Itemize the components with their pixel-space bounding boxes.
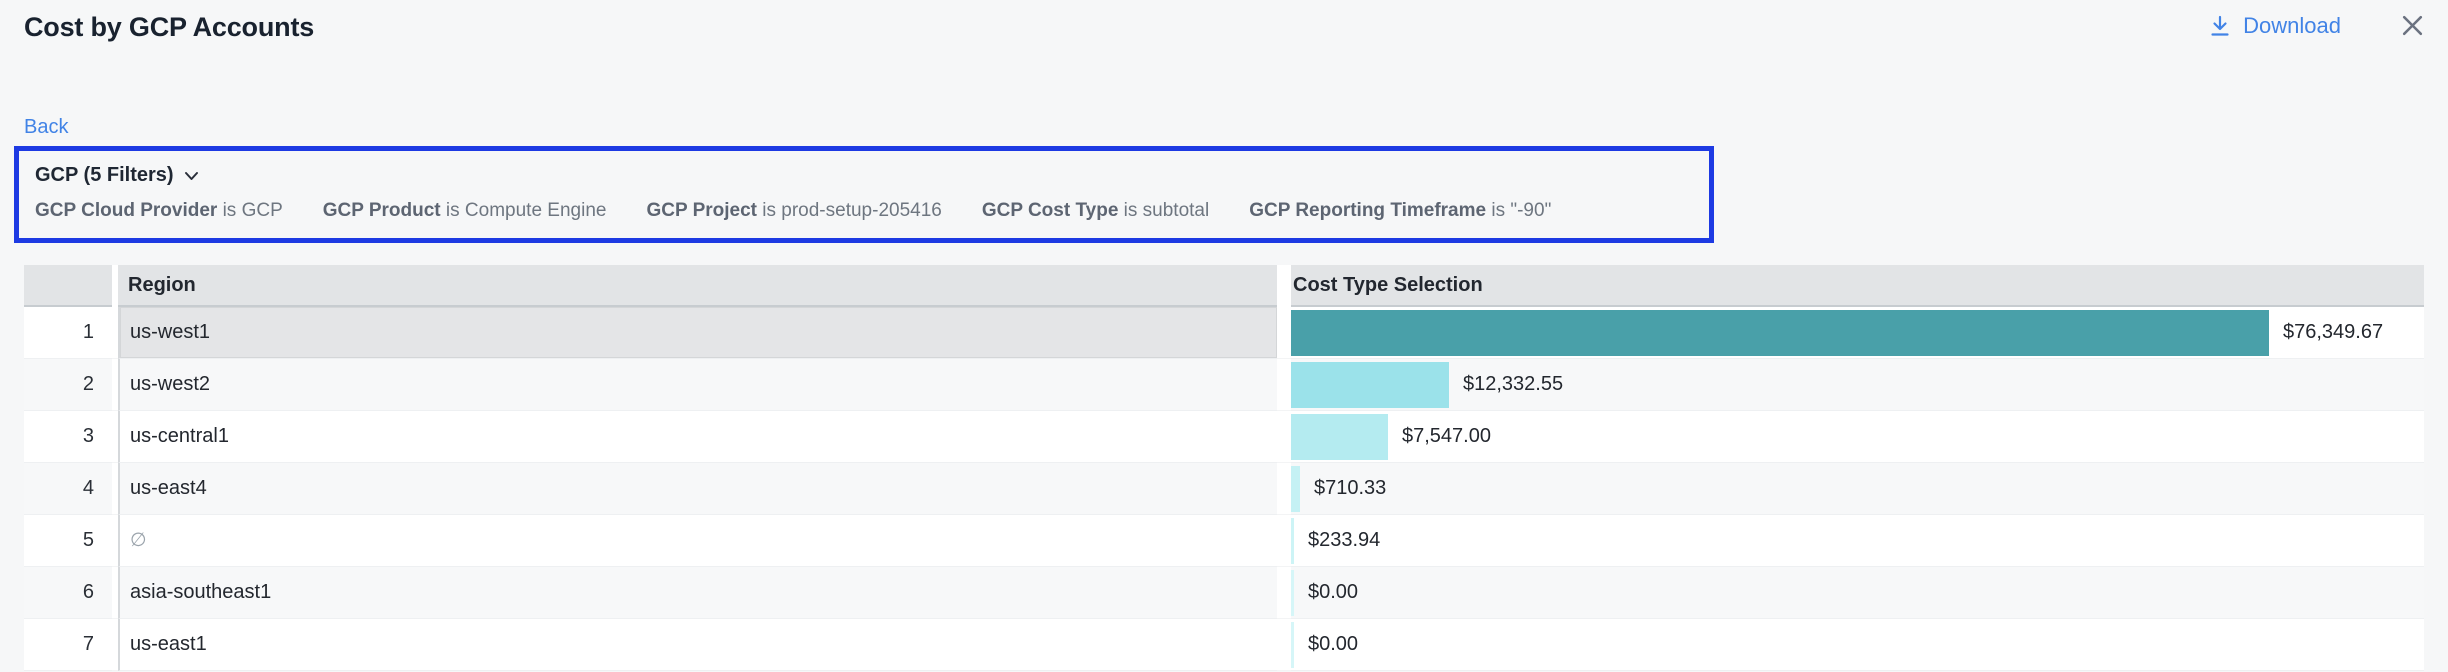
value-cell[interactable]: $710.33	[1291, 463, 2424, 515]
column-divider	[1277, 307, 1291, 359]
table-row[interactable]: 4 us-east4 $710.33	[24, 463, 2424, 515]
download-icon	[2208, 14, 2232, 38]
filter-condition: is subtotal	[1118, 200, 1209, 221]
row-index: 2	[24, 359, 112, 411]
cost-bar[interactable]	[1291, 570, 1294, 616]
filter-field: GCP Cost Type	[982, 200, 1119, 221]
row-index: 6	[24, 567, 112, 619]
download-button[interactable]: Download	[2208, 13, 2341, 39]
region-cell[interactable]: ∅	[118, 515, 1277, 567]
value-cell[interactable]: $12,332.55	[1291, 359, 2424, 411]
filter-condition: is "-90"	[1486, 200, 1551, 221]
cost-bar[interactable]	[1291, 518, 1294, 564]
cost-bar[interactable]	[1291, 622, 1294, 668]
value-cell[interactable]: $0.00	[1291, 619, 2424, 671]
value-cell[interactable]: $76,349.67	[1291, 307, 2424, 359]
page-title: Cost by GCP Accounts	[24, 12, 314, 43]
region-cell[interactable]: us-west2	[118, 359, 1277, 411]
cost-value-label: $0.00	[1308, 581, 1358, 604]
chevron-down-icon	[183, 169, 200, 183]
back-link[interactable]: Back	[24, 116, 68, 139]
cost-value-label: $233.94	[1308, 529, 1380, 552]
filter-list: GCP Cloud Provider is GCP GCP Product is…	[35, 200, 1693, 222]
filter-summary-toggle[interactable]: GCP (5 Filters)	[35, 164, 1693, 187]
filter-item: GCP Product is Compute Engine	[323, 200, 607, 222]
value-column-header[interactable]: Cost Type Selection	[1291, 265, 2424, 307]
column-divider	[1277, 619, 1291, 671]
filter-field: GCP Product	[323, 200, 441, 221]
filter-item: GCP Reporting Timeframe is "-90"	[1249, 200, 1551, 222]
column-divider	[1277, 515, 1291, 567]
filter-panel: GCP (5 Filters) GCP Cloud Provider is GC…	[14, 146, 1714, 243]
filter-field: GCP Cloud Provider	[35, 200, 217, 221]
row-index: 3	[24, 411, 112, 463]
row-index: 4	[24, 463, 112, 515]
filter-condition: is Compute Engine	[441, 200, 607, 221]
table-row[interactable]: 7 us-east1 $0.00	[24, 619, 2424, 671]
row-index: 5	[24, 515, 112, 567]
row-index: 1	[24, 307, 112, 359]
column-divider	[1277, 411, 1291, 463]
region-label: us-east4	[130, 477, 207, 500]
column-divider	[1277, 463, 1291, 515]
region-cell[interactable]: us-central1	[118, 411, 1277, 463]
table-row[interactable]: 2 us-west2 $12,332.55	[24, 359, 2424, 411]
filter-item: GCP Cloud Provider is GCP	[35, 200, 283, 222]
index-column-header	[24, 265, 112, 307]
filter-condition: is GCP	[217, 200, 282, 221]
column-divider	[1277, 359, 1291, 411]
table-row[interactable]: 6 asia-southeast1 $0.00	[24, 567, 2424, 619]
cost-value-label: $7,547.00	[1402, 425, 1491, 448]
cost-table: Region Cost Type Selection 1 us-west1 $7…	[24, 265, 2424, 671]
table-header-row: Region Cost Type Selection	[24, 265, 2424, 307]
download-label: Download	[2243, 13, 2341, 39]
column-divider	[1277, 567, 1291, 619]
cost-bar[interactable]	[1291, 414, 1388, 460]
filter-field: GCP Reporting Timeframe	[1249, 200, 1486, 221]
column-divider	[1277, 265, 1291, 307]
cost-bar[interactable]	[1291, 310, 2269, 356]
cost-bar[interactable]	[1291, 362, 1449, 408]
row-index: 7	[24, 619, 112, 671]
region-label: asia-southeast1	[130, 581, 271, 604]
cost-value-label: $0.00	[1308, 633, 1358, 656]
top-actions: Download	[2208, 12, 2426, 39]
region-label: us-east1	[130, 633, 207, 656]
region-column-header[interactable]: Region	[118, 265, 1277, 307]
value-cell[interactable]: $7,547.00	[1291, 411, 2424, 463]
table-row[interactable]: 1 us-west1 $76,349.67	[24, 307, 2424, 359]
filter-field: GCP Project	[646, 200, 757, 221]
filter-condition: is prod-setup-205416	[757, 200, 942, 221]
cost-value-label: $12,332.55	[1463, 373, 1563, 396]
table-body: 1 us-west1 $76,349.67 2 us-west2 $12,332…	[24, 307, 2424, 671]
cost-value-label: $710.33	[1314, 477, 1386, 500]
region-label: ∅	[130, 529, 147, 552]
close-icon[interactable]	[2399, 12, 2426, 39]
region-cell[interactable]: us-east1	[118, 619, 1277, 671]
filter-item: GCP Cost Type is subtotal	[982, 200, 1209, 222]
table-row[interactable]: 3 us-central1 $7,547.00	[24, 411, 2424, 463]
value-cell[interactable]: $233.94	[1291, 515, 2424, 567]
region-label: us-west2	[130, 373, 210, 396]
region-label: us-central1	[130, 425, 229, 448]
region-cell[interactable]: us-east4	[118, 463, 1277, 515]
region-cell[interactable]: asia-southeast1	[118, 567, 1277, 619]
region-label: us-west1	[130, 321, 210, 344]
table-row[interactable]: 5 ∅ $233.94	[24, 515, 2424, 567]
region-cell[interactable]: us-west1	[118, 307, 1277, 359]
filter-item: GCP Project is prod-setup-205416	[646, 200, 941, 222]
value-cell[interactable]: $0.00	[1291, 567, 2424, 619]
filter-summary-label: GCP (5 Filters)	[35, 164, 174, 187]
cost-bar[interactable]	[1291, 466, 1300, 512]
cost-value-label: $76,349.67	[2283, 321, 2383, 344]
